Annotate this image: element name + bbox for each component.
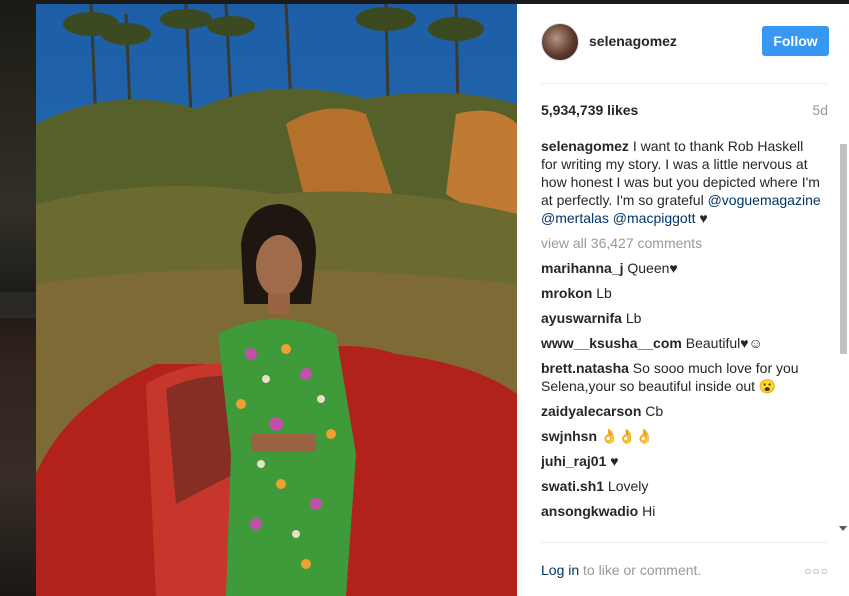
comment-username[interactable]: ansongkwadio [541,503,638,519]
comment-text: Lb [621,310,642,326]
caption-username[interactable]: selenagomez [541,138,629,154]
view-all-comments-link[interactable]: view all 36,427 comments [541,234,821,252]
comment-item: juhi_raj01 ♥ [541,452,821,470]
comment-text: Hi [638,503,656,519]
comments-scrollbar[interactable] [838,138,849,536]
ellipsis-icon[interactable]: ○○○ [804,564,829,578]
avatar[interactable] [541,23,579,61]
comment-item: mrokon Lb [541,284,821,302]
comment-username[interactable]: swati.sh1 [541,478,604,494]
comment-text: ♥ [606,453,619,469]
backdrop-strip [0,292,36,318]
login-link[interactable]: Log in [541,562,579,578]
post-photo[interactable] [36,4,517,596]
comment-item: zaidyalecarson Cb [541,402,821,420]
login-prompt-text: to like or comment. [579,562,702,578]
comment-text: Queen♥ [623,260,678,276]
post-photo-illustration [36,4,517,596]
header-divider [541,83,828,84]
comment-item: www__ksusha__com Beautiful♥☺ [541,334,821,352]
comment-text: Lb [592,285,612,301]
caption-heart: ♥ [695,210,708,226]
comment-item: ansongkwadio Hi [541,502,821,520]
follow-button[interactable]: Follow [762,26,829,56]
comment-username[interactable]: marihanna_j [541,260,623,276]
comment-text: Lovely [604,478,649,494]
comments-list: selenagomez I want to thank Rob Haskell … [541,137,821,537]
comment-username[interactable]: swjnhsn [541,428,597,444]
post-side-panel: selenagomez Follow 5,934,739 likes 5d se… [517,4,849,596]
mention-mertalas[interactable]: @mertalas [541,210,609,226]
comment-username[interactable]: brett.natasha [541,360,629,376]
comment-text: Beautiful♥☺ [681,335,763,351]
footer-divider [541,542,828,543]
comment-item: swjnhsn 👌👌👌 [541,427,821,445]
post-age[interactable]: 5d [812,102,828,118]
caption: selenagomez I want to thank Rob Haskell … [541,137,821,227]
scrollbar-thumb[interactable] [840,144,847,354]
comment-item: marihanna_j Queen♥ [541,259,821,277]
comment-item: ayuswarnifa Lb [541,309,821,327]
feed-backdrop [0,0,36,596]
comment-username[interactable]: juhi_raj01 [541,453,606,469]
comment-item: swati.sh1 Lovely [541,477,821,495]
comment-username[interactable]: ayuswarnifa [541,310,622,326]
comment-username[interactable]: www__ksusha__com [541,335,682,351]
post-header: selenagomez Follow [517,4,849,84]
comment-text: Cb [641,403,664,419]
author-username[interactable]: selenagomez [589,33,677,49]
scroll-down-arrow-icon[interactable] [839,526,847,531]
login-prompt: Log in to like or comment. [541,562,701,578]
mention-voguemagazine[interactable]: @voguemagazine [708,192,821,208]
comment-username[interactable]: mrokon [541,285,592,301]
mention-macpiggott[interactable]: @macpiggott [613,210,696,226]
likes-count[interactable]: 5,934,739 likes [541,102,638,118]
comment-text: 👌👌👌 [597,428,654,444]
comment-item: brett.natasha So sooo much love for you … [541,359,821,395]
comment-username[interactable]: zaidyalecarson [541,403,641,419]
